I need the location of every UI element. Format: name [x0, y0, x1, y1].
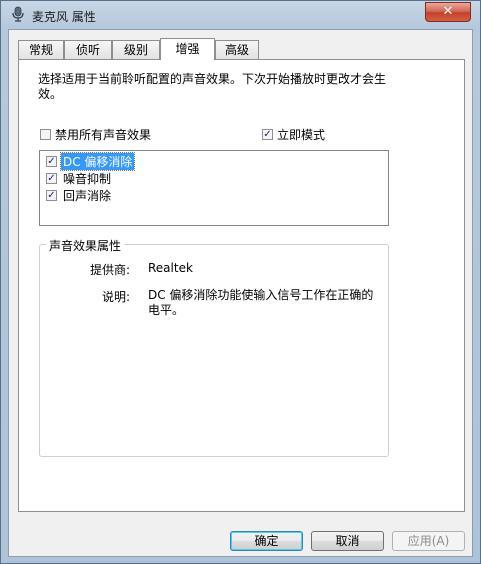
apply-button[interactable]: 应用(A): [392, 531, 465, 551]
description-label: 说明:: [101, 290, 130, 304]
list-item-label: 回声消除: [63, 188, 112, 203]
tab-listen[interactable]: 侦听: [64, 40, 112, 59]
ok-button[interactable]: 确定: [230, 531, 303, 551]
tab-enhancements[interactable]: 增强: [160, 38, 215, 60]
group-title: 声音效果属性: [46, 237, 125, 254]
close-icon: ✕: [442, 4, 454, 19]
tab-levels[interactable]: 级别: [112, 40, 160, 59]
list-item-noise-suppression[interactable]: 噪音抑制: [46, 170, 113, 186]
description-value: DC 偏移消除功能使输入信号工作在正确的电平。: [148, 288, 374, 317]
effect-properties-group: 声音效果属性 提供商: Realtek 说明: DC 偏移消除功能使输入信号工作…: [39, 237, 389, 457]
tab-advanced[interactable]: 高级: [215, 40, 259, 59]
list-item-label: DC 偏移消除: [59, 151, 136, 171]
tab-label: 高级: [224, 43, 249, 57]
effects-list[interactable]: DC 偏移消除 噪音抑制 回声消除: [39, 150, 389, 226]
tab-label: 增强: [175, 42, 200, 56]
window-title: 麦克风 属性: [32, 10, 96, 24]
panel-description: 选择适用于当前聆听配置的声音效果。下次开始播放时更改才会生效。: [38, 72, 387, 101]
tab-label: 侦听: [75, 43, 100, 57]
immediate-mode-checkbox[interactable]: 立即模式: [262, 126, 325, 143]
checkbox-unchecked[interactable]: [40, 129, 51, 140]
checkbox-checked[interactable]: [46, 189, 57, 201]
checkbox-checked[interactable]: [46, 172, 57, 184]
tab-label: 常规: [28, 43, 53, 57]
provider-value: Realtek: [148, 261, 193, 275]
cancel-button[interactable]: 取消: [311, 531, 384, 551]
disable-all-effects-checkbox[interactable]: 禁用所有声音效果: [40, 126, 151, 143]
list-item-label: 噪音抑制: [63, 171, 112, 186]
properties-dialog: 麦克风 属性 ✕ 常规 侦听 级别 增强 高级 选择适用于当前聆听配置的声音效果…: [0, 0, 481, 564]
list-item-echo-cancellation[interactable]: 回声消除: [46, 187, 113, 203]
checkbox-checked[interactable]: [46, 155, 57, 167]
close-button[interactable]: ✕: [425, 2, 471, 22]
checkbox-label: 禁用所有声音效果: [55, 128, 152, 142]
dialog-client-area: 常规 侦听 级别 增强 高级 选择适用于当前聆听配置的声音效果。下次开始播放时更…: [8, 29, 473, 557]
checkbox-checked[interactable]: [262, 129, 273, 140]
tab-general[interactable]: 常规: [18, 40, 64, 59]
tab-label: 级别: [123, 43, 148, 57]
title-bar[interactable]: 麦克风 属性 ✕: [1, 1, 480, 29]
provider-label: 提供商:: [89, 263, 130, 277]
list-item-dc-offset[interactable]: DC 偏移消除: [46, 151, 136, 171]
microphone-icon: [12, 6, 24, 22]
checkbox-label: 立即模式: [277, 128, 326, 142]
enhancements-panel: 选择适用于当前聆听配置的声音效果。下次开始播放时更改才会生效。 禁用所有声音效果…: [18, 59, 465, 512]
